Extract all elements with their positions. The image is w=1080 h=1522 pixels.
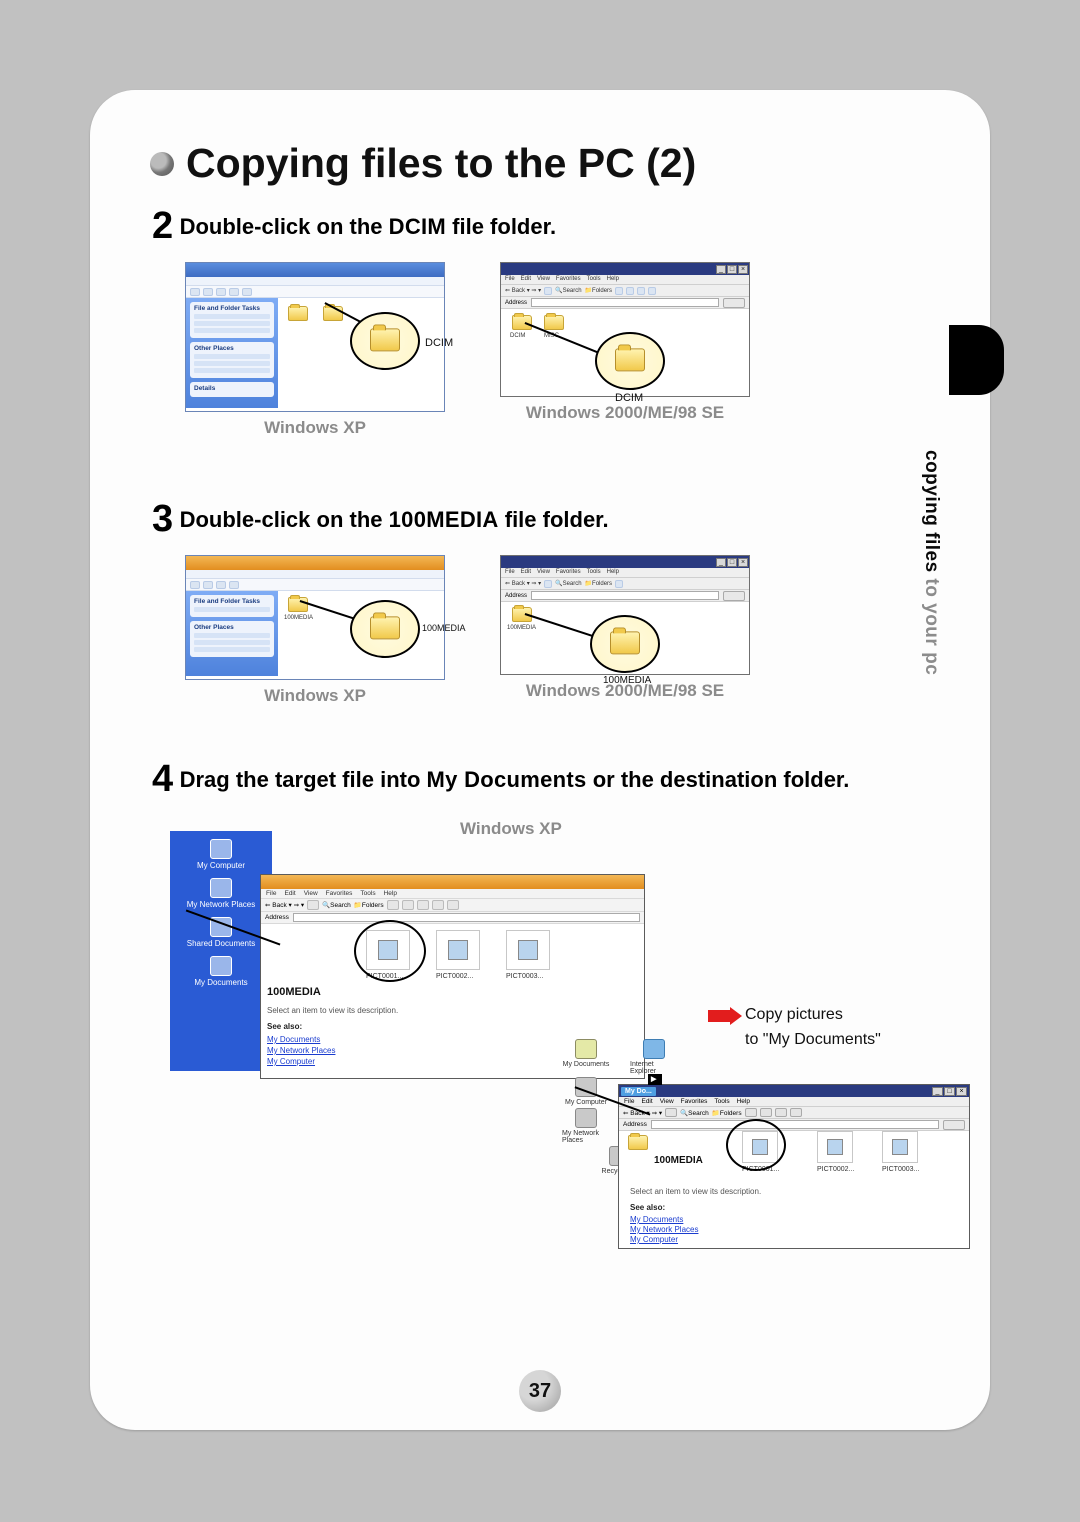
side-section-label: copying files to your pc xyxy=(920,450,942,675)
figure-caption: Windows XP xyxy=(264,686,366,706)
callout-label: 100MEDIA xyxy=(603,675,651,686)
file-thumbnail xyxy=(436,930,480,970)
side-label-dim: to your pc xyxy=(921,573,942,676)
folder-icon xyxy=(288,597,308,612)
figure-caption: Windows XP xyxy=(264,418,366,438)
figure-xp: File and Folder Tasks Other Places 100ME… xyxy=(170,555,460,706)
side-label-dark: copying files xyxy=(921,450,942,573)
drag-source-callout xyxy=(726,1119,786,1171)
step-text: Double-click on the 100MEDIA file folder… xyxy=(180,507,609,532)
callout-label: 100MEDIA xyxy=(422,623,466,633)
folder-icon xyxy=(288,306,308,321)
file-thumbnail xyxy=(506,930,550,970)
desktop-icon: My Documents xyxy=(170,956,272,987)
step3-figures: File and Folder Tasks Other Places 100ME… xyxy=(170,555,950,706)
figure-classic: _□× FileEditViewFavoritesToolsHelp ⇐ Bac… xyxy=(490,555,760,706)
step-number: 4 xyxy=(152,758,173,801)
folder-icon xyxy=(544,315,564,330)
page-title: Copying files to the PC (2) xyxy=(150,140,950,187)
step-4: 4 Drag the target file into My Documents… xyxy=(152,758,950,801)
step-text: Drag the target file into My Documents o… xyxy=(180,767,850,792)
folder-icon xyxy=(615,348,645,371)
media-callout xyxy=(350,600,420,658)
figure-caption: Windows 2000/ME/98 SE xyxy=(526,403,724,423)
red-arrow-icon xyxy=(708,1007,742,1025)
callout-label: DCIM xyxy=(425,337,453,349)
folder-icon xyxy=(370,328,400,351)
step-3: 3 Double-click on the 100MEDIA file fold… xyxy=(152,498,950,541)
figure-caption: Windows XP xyxy=(460,819,562,839)
copy-instruction: Copy pictures to "My Documents" xyxy=(745,1004,881,1052)
desktop-icon: My Computer xyxy=(170,839,272,870)
step-text: Double-click on the DCIM file folder. xyxy=(180,214,556,239)
xp-desktop: My Computer My Network Places Shared Doc… xyxy=(170,831,272,1071)
dcim-callout xyxy=(595,332,665,390)
file-thumbnail xyxy=(817,1131,853,1163)
folder-icon xyxy=(610,631,640,654)
page-number: 37 xyxy=(519,1370,561,1412)
step4-figures: Windows XP My Computer My Network Places… xyxy=(170,819,970,1289)
thumb-tab xyxy=(949,325,1004,395)
media-callout xyxy=(590,615,660,673)
step-number: 2 xyxy=(152,205,173,248)
step2-figures: File and Folder Tasks Other Places Detai… xyxy=(170,262,950,438)
page-title-text: Copying files to the PC (2) xyxy=(186,140,696,187)
file-thumbnail xyxy=(882,1131,918,1163)
title-bullet-icon xyxy=(150,152,174,176)
manual-page: copying files to your pc Copying files t… xyxy=(90,90,990,1430)
step-2: 2 Double-click on the DCIM file folder. xyxy=(152,205,950,248)
desktop-icon: My Network Places xyxy=(170,878,272,909)
folder-icon xyxy=(370,616,400,639)
folder-icon xyxy=(628,1135,648,1150)
callout-label: DCIM xyxy=(615,392,643,404)
myfolder-tab: ▶ xyxy=(648,1074,662,1085)
classic-explorer-window: My Do... _□× FileEditViewFavoritesToolsH… xyxy=(618,1084,970,1249)
dcim-callout xyxy=(350,312,420,370)
step-number: 3 xyxy=(152,498,173,541)
drag-source-callout xyxy=(354,920,426,982)
figure-xp: File and Folder Tasks Other Places Detai… xyxy=(170,262,460,438)
figure-classic: _□× File Edit View Favorites Tools Help … xyxy=(490,262,760,438)
folder-icon xyxy=(512,315,532,330)
window-title: 100MEDIA xyxy=(267,986,321,998)
